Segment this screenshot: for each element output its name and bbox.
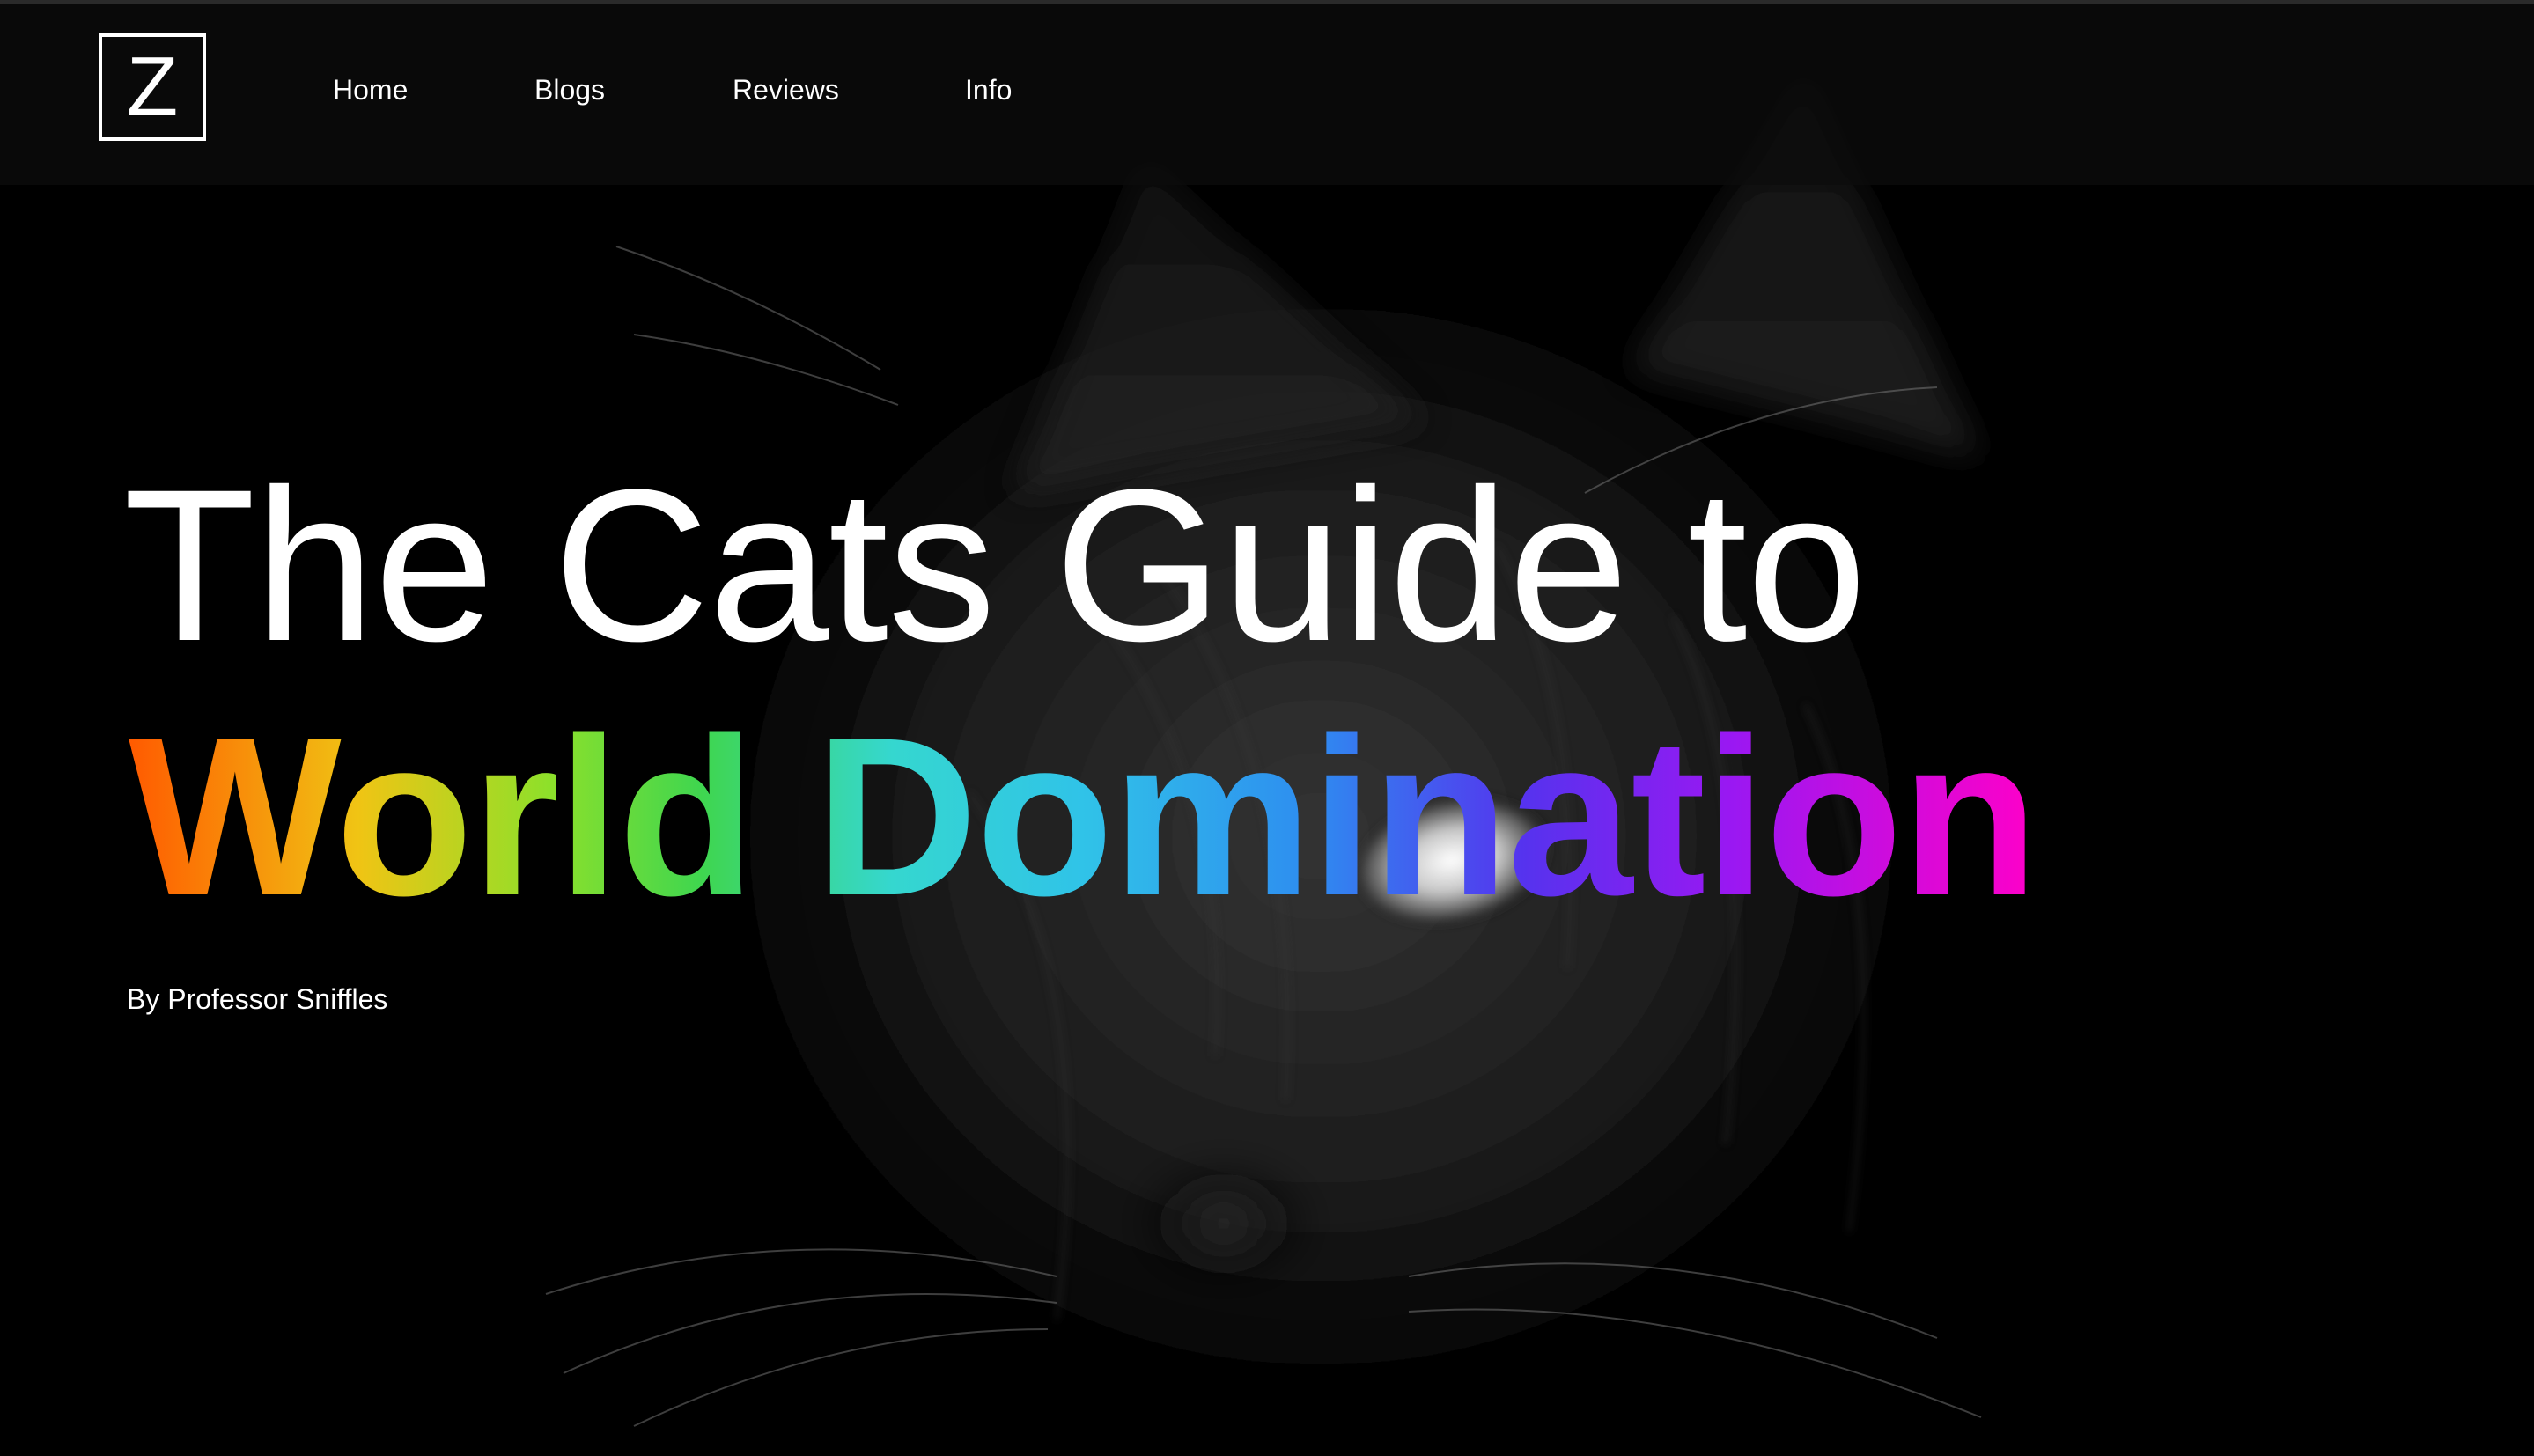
nav-reviews-link[interactable]: Reviews [733, 74, 839, 107]
hero-section: Z Home Blogs Reviews Info The Cats Guide… [0, 0, 2534, 1456]
site-logo[interactable]: Z [99, 33, 206, 141]
hero-title-line1: The Cats Guide to [123, 445, 1867, 687]
nav-home-link[interactable]: Home [333, 74, 408, 107]
navbar: Z Home Blogs Reviews Info [0, 0, 2534, 185]
nav-info-link[interactable]: Info [965, 74, 1012, 107]
author-byline: By Professor Sniffles [127, 983, 388, 1015]
nav-blogs-link[interactable]: Blogs [534, 74, 605, 107]
hero-title-line2-gradient: World Domination [129, 691, 2038, 943]
